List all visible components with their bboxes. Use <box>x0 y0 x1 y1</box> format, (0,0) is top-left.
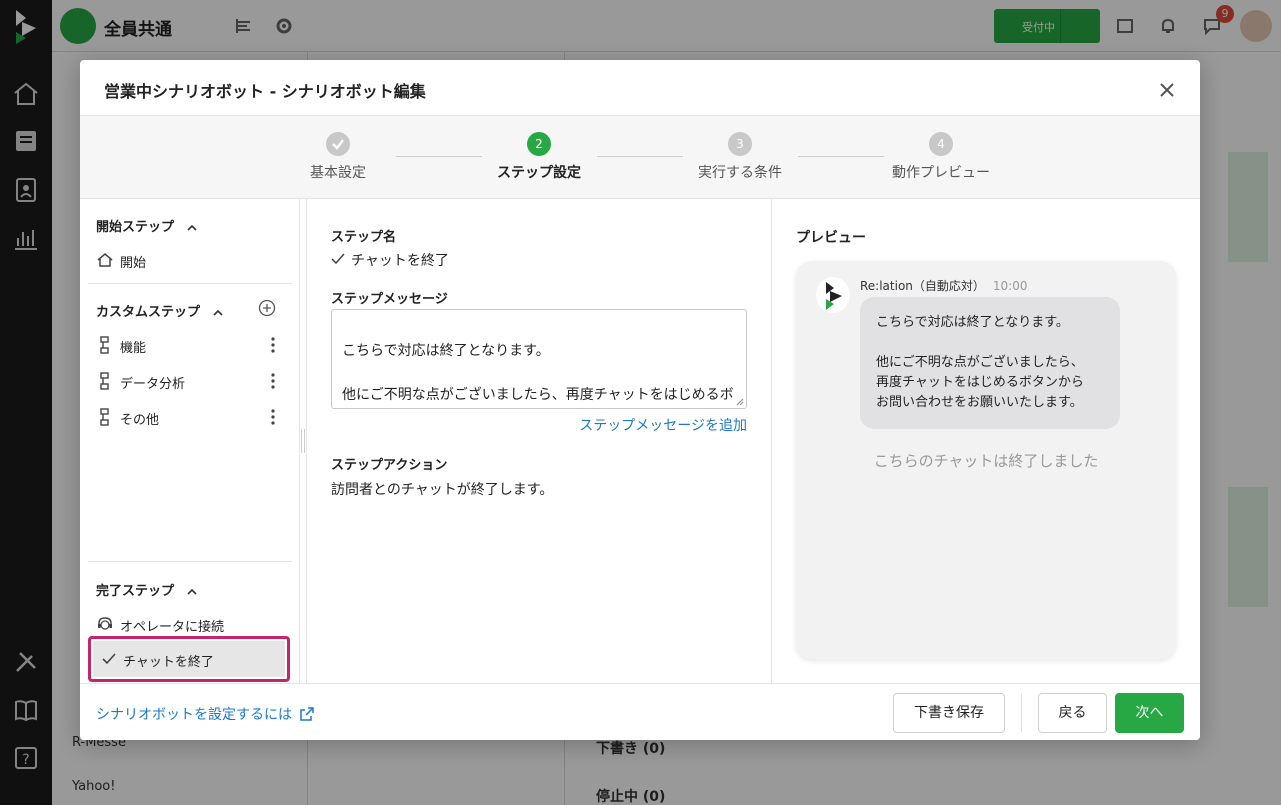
textarea-resize-icon[interactable] <box>736 398 744 406</box>
bot-avatar <box>816 277 850 313</box>
step-label: 動作プレビュー <box>892 165 990 181</box>
flow-step-icon <box>100 408 109 426</box>
step-edit-form: ステップ名 チャットを終了 ステップメッセージ こちらで対応は終了となります。 … <box>306 199 772 683</box>
step-label: ステップ設定 <box>497 165 581 181</box>
flow-step-icon <box>100 336 109 354</box>
operator-headset-icon <box>98 617 112 630</box>
start-steps-header[interactable]: 開始ステップ <box>96 216 197 235</box>
step-basic-settings[interactable]: 基本設定 <box>258 132 418 182</box>
relation-logo-icon <box>826 282 842 310</box>
step-item-end-chat-selected[interactable]: チャットを終了 <box>88 636 290 682</box>
step-list-panel: 開始ステップ 開始 カスタムステップ 機能 データ分析 その他 完了ステップ オ… <box>80 199 300 683</box>
step-label: 実行する条件 <box>698 165 782 181</box>
step-name-value: チャットを終了 <box>331 250 449 270</box>
step-preview[interactable]: 4 動作プレビュー <box>861 132 1021 182</box>
modal-header: 営業中シナリオボット - シナリオボット編集 <box>80 60 1200 116</box>
step-message-label: ステップメッセージ <box>331 292 448 307</box>
check-icon <box>102 653 116 665</box>
chevron-up-icon <box>186 224 197 231</box>
bot-sender-line: Re:lation（自動応対） 10:00 <box>860 277 1028 294</box>
modal-title: 営業中シナリオボット - シナリオボット編集 <box>104 82 426 101</box>
step-number: 3 <box>728 132 752 156</box>
modal-body: 開始ステップ 開始 カスタムステップ 機能 データ分析 その他 完了ステップ オ… <box>80 199 1200 683</box>
chevron-up-icon <box>186 588 197 595</box>
scenario-bot-help-link[interactable]: シナリオボットを設定するには <box>96 704 314 724</box>
more-vertical-icon[interactable] <box>266 336 280 354</box>
custom-steps-header[interactable]: カスタムステップ <box>96 301 223 320</box>
flow-step-icon <box>100 372 109 390</box>
step-item-connect-operator[interactable]: オペレータに接続 <box>96 609 292 637</box>
step-item-data-analysis[interactable]: データ分析 <box>96 366 292 394</box>
step-action-value: 訪問者とのチャットが終了します。 <box>331 482 554 498</box>
external-link-icon <box>300 707 314 721</box>
chevron-up-icon <box>212 309 223 316</box>
check-icon <box>331 253 345 265</box>
step-item-function[interactable]: 機能 <box>96 330 292 358</box>
step-label: 基本設定 <box>310 165 366 181</box>
bot-message-bubble: こちらで対応は終了となります。 他にご不明な点がございましたら、 再度チャットを… <box>860 297 1120 429</box>
next-button[interactable]: 次へ <box>1115 693 1184 733</box>
preview-title: プレビュー <box>796 230 866 246</box>
add-custom-step-icon[interactable] <box>258 299 276 317</box>
modal-footer: シナリオボットを設定するには 下書き保存 戻る 次へ <box>80 683 1200 740</box>
step-step-settings[interactable]: 2 ステップ設定 <box>459 132 619 182</box>
step-number: 4 <box>929 132 953 156</box>
more-vertical-icon[interactable] <box>266 372 280 390</box>
end-steps-header[interactable]: 完了ステップ <box>96 580 197 599</box>
resize-handle[interactable] <box>301 429 305 453</box>
save-draft-button[interactable]: 下書き保存 <box>893 693 1005 733</box>
message-time: 10:00 <box>992 279 1028 293</box>
add-step-message-link[interactable]: ステップメッセージを追加 <box>507 415 747 435</box>
bot-sender-name: Re:lation（自動応対） <box>860 279 985 293</box>
step-number: 2 <box>527 132 551 156</box>
step-item-other[interactable]: その他 <box>96 402 292 430</box>
step-done-icon <box>326 132 350 156</box>
back-button[interactable]: 戻る <box>1038 693 1107 733</box>
step-name-label: ステップ名 <box>331 230 397 245</box>
step-action-label: ステップアクション <box>331 458 448 473</box>
step-progress: 基本設定 2 ステップ設定 3 実行する条件 4 動作プレビュー <box>80 116 1200 199</box>
scenario-bot-edit-modal: 営業中シナリオボット - シナリオボット編集 基本設定 2 ステップ設定 3 実… <box>80 60 1200 740</box>
more-vertical-icon[interactable] <box>266 408 280 426</box>
chat-preview: Re:lation（自動応対） 10:00 こちらで対応は終了となります。 他にご… <box>796 261 1176 659</box>
step-conditions[interactable]: 3 実行する条件 <box>660 132 820 182</box>
step-message-textarea[interactable]: こちらで対応は終了となります。 他にご不明な点がございましたら、再度チャットをは… <box>331 309 747 409</box>
home-icon <box>97 253 113 267</box>
chat-ended-notice: こちらのチャットは終了しました <box>873 452 1099 470</box>
step-item-start[interactable]: 開始 <box>96 245 292 273</box>
close-icon[interactable] <box>1155 78 1179 102</box>
preview-panel: プレビュー Re:lation（自動応対） 10:00 こちらで対応は終了となりま… <box>772 199 1200 683</box>
